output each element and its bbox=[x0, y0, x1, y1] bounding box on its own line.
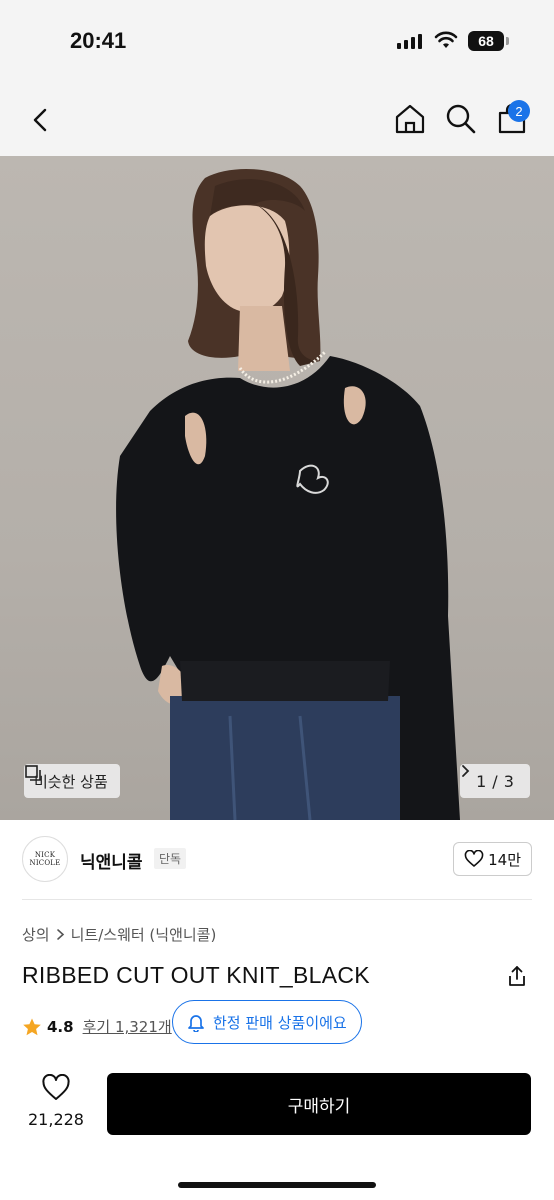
status-time: 20:41 bbox=[70, 28, 127, 53]
star-icon bbox=[23, 1018, 41, 1035]
limited-sale-label: 한정 판매 상품이에요 bbox=[213, 1013, 347, 1032]
search-icon[interactable] bbox=[444, 102, 478, 136]
brand-logo-line1: NICK bbox=[34, 851, 56, 859]
similar-products-label: 비슷한 상품 bbox=[34, 772, 108, 791]
battery-indicator: 68 bbox=[468, 31, 504, 51]
brand-like-button[interactable]: 14만 bbox=[453, 842, 532, 876]
back-icon[interactable] bbox=[26, 104, 56, 136]
exclusive-badge: 단독 bbox=[154, 848, 187, 869]
home-icon[interactable] bbox=[393, 102, 427, 136]
chevron-right-icon bbox=[56, 929, 64, 940]
brand-like-count: 14만 bbox=[488, 850, 521, 869]
rating-row: 4.8 후기 1,321개 bbox=[22, 1016, 172, 1037]
nav-bar bbox=[0, 84, 554, 156]
wifi-icon bbox=[434, 31, 458, 48]
heart-icon bbox=[42, 1073, 70, 1100]
page-current: 1 bbox=[476, 771, 487, 791]
product-image[interactable]: 비슷한 상품 1 / 3 bbox=[0, 156, 554, 820]
battery-cap bbox=[506, 37, 509, 45]
page-separator: / bbox=[492, 771, 498, 791]
product-like-count: 21,228 bbox=[28, 1110, 84, 1129]
bell-icon bbox=[188, 1015, 204, 1032]
share-icon[interactable] bbox=[505, 964, 529, 988]
review-count-link[interactable]: 후기 1,321개 bbox=[83, 1016, 172, 1037]
breadcrumb-item-subcategory[interactable]: 니트/스웨터 (닉앤니콜) bbox=[71, 924, 217, 945]
similar-products-button[interactable]: 비슷한 상품 bbox=[24, 764, 120, 798]
brand-name[interactable]: 닉앤니콜 bbox=[80, 848, 143, 873]
buy-button[interactable]: 구매하기 bbox=[107, 1073, 531, 1135]
chevron-right-icon bbox=[462, 765, 470, 777]
status-bar: 20:41 68 bbox=[0, 0, 554, 84]
brand-logo-line2: NICOLE bbox=[29, 859, 61, 867]
breadcrumb-item-category[interactable]: 상의 bbox=[22, 924, 50, 945]
brand-logo[interactable]: NICK NICOLE bbox=[22, 836, 68, 882]
breadcrumb: 상의 니트/스웨터 (닉앤니콜) bbox=[22, 924, 216, 945]
home-indicator bbox=[178, 1182, 376, 1188]
rating-value: 4.8 bbox=[47, 1017, 74, 1036]
image-page-counter[interactable]: 1 / 3 bbox=[460, 764, 530, 798]
product-title: RIBBED CUT OUT KNIT_BLACK bbox=[22, 962, 370, 988]
limited-sale-notice[interactable]: 한정 판매 상품이에요 bbox=[172, 1000, 362, 1044]
signal-icon bbox=[397, 34, 422, 49]
similar-icon bbox=[25, 765, 41, 781]
brand-row: NICK NICOLE 닉앤니콜 단독 14만 bbox=[22, 836, 532, 884]
page-total: 3 bbox=[503, 771, 514, 791]
divider bbox=[22, 899, 532, 900]
cart-count-badge: 2 bbox=[508, 100, 530, 122]
product-like-button[interactable]: 21,228 bbox=[26, 1073, 86, 1129]
model-illustration bbox=[116, 168, 460, 820]
heart-icon bbox=[464, 850, 484, 867]
